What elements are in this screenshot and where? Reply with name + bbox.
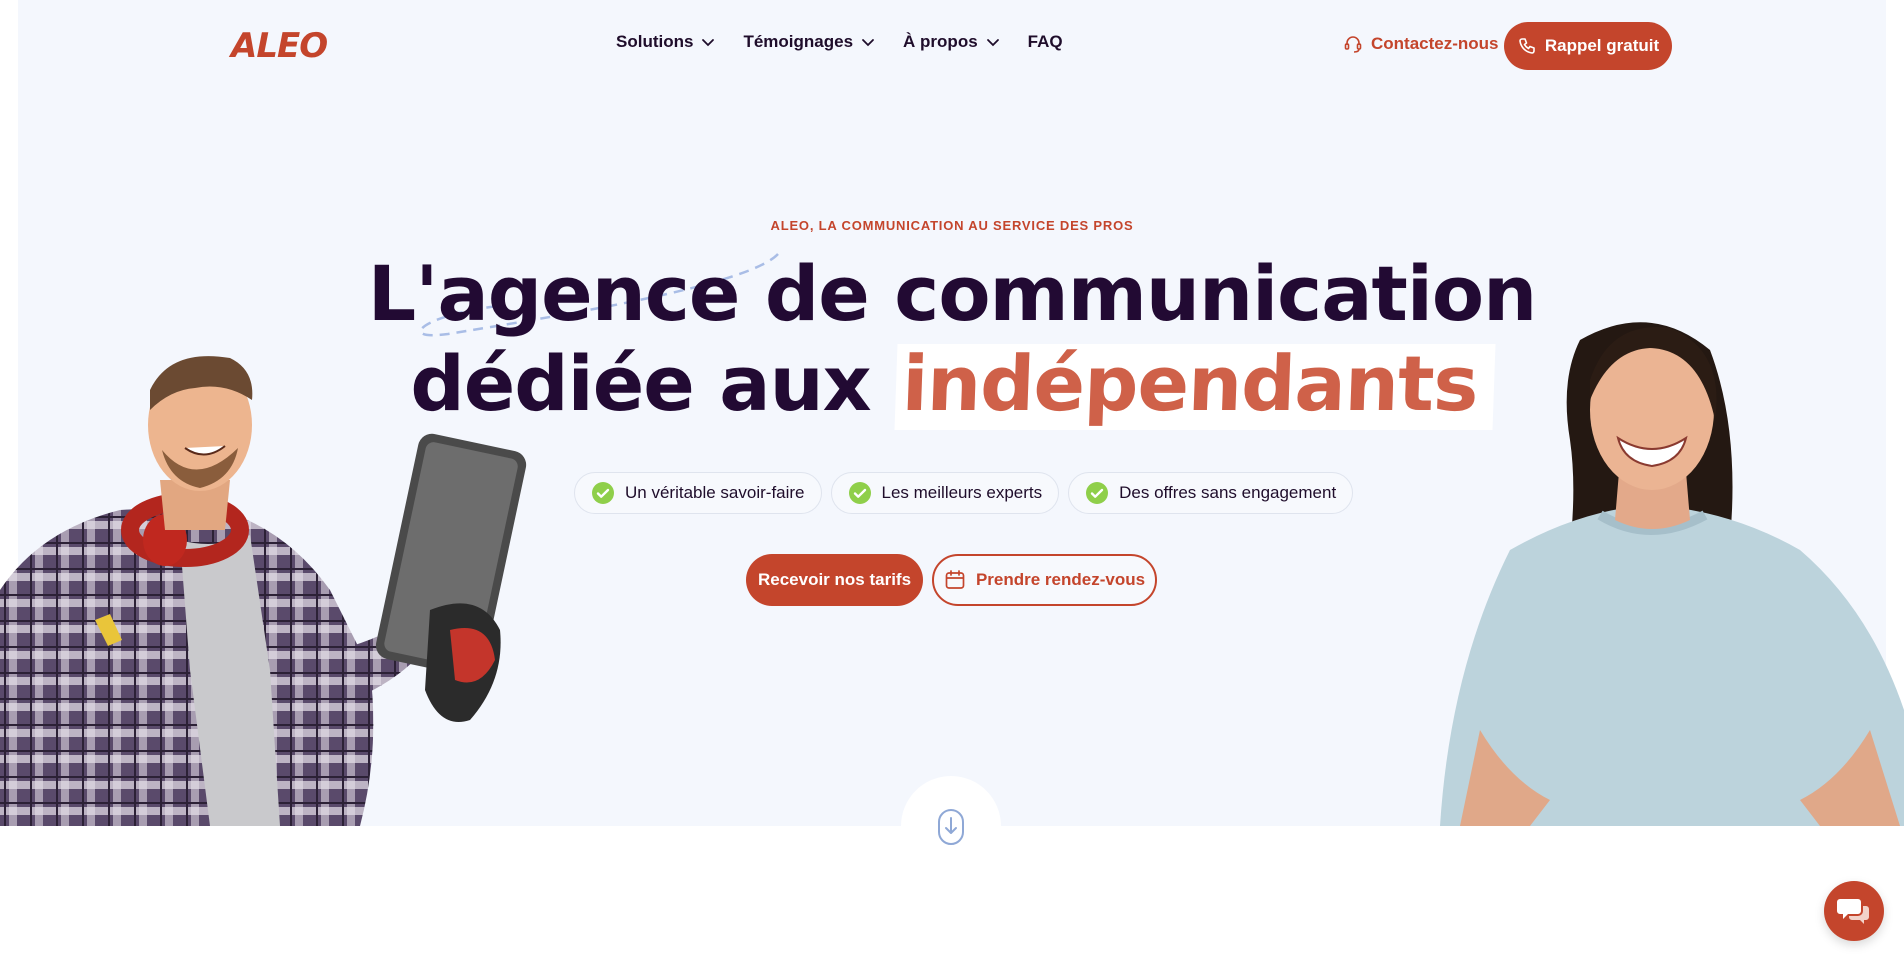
check-badge-icon bbox=[1086, 482, 1109, 504]
mouse-scroll-icon bbox=[938, 809, 964, 845]
nav-item-faq[interactable]: FAQ bbox=[1028, 32, 1063, 52]
nav-item-label: FAQ bbox=[1027, 32, 1063, 51]
hero-ctas: Recevoir nos tarifs Prendre rendez-vous bbox=[746, 554, 1157, 606]
chat-widget-button[interactable] bbox=[1824, 881, 1884, 941]
hero-title-highlight: indépendants bbox=[894, 339, 1496, 430]
logo[interactable]: ALEO bbox=[231, 26, 328, 66]
feature-pills: Un véritable savoir-faire Les meilleurs … bbox=[574, 472, 1354, 514]
chevron-down-icon bbox=[986, 39, 999, 47]
headset-icon bbox=[1344, 36, 1362, 53]
nav-item-label: Solutions bbox=[616, 32, 694, 51]
contact-label: Contactez-nous bbox=[1371, 34, 1499, 53]
chevron-down-icon bbox=[702, 39, 715, 47]
callback-button[interactable]: Rappel gratuit bbox=[1504, 22, 1672, 70]
nav-item-a-propos[interactable]: À propos bbox=[903, 32, 1000, 52]
check-badge-icon bbox=[592, 482, 614, 504]
contact-link[interactable]: Contactez-nous bbox=[1343, 34, 1499, 54]
feature-pill-label: Les meilleurs experts bbox=[881, 483, 1043, 502]
book-appointment-button[interactable]: Prendre rendez-vous bbox=[932, 554, 1157, 606]
phone-icon bbox=[1519, 38, 1535, 54]
man-with-tablet-photo bbox=[0, 356, 527, 826]
chat-bubbles-icon bbox=[1837, 899, 1869, 924]
site-header: ALEO Solutions Témoignages À propos FAQ … bbox=[0, 0, 1904, 92]
feature-pill: Des offres sans engagement bbox=[1068, 472, 1354, 514]
feature-pill-label: Un véritable savoir-faire bbox=[625, 483, 805, 502]
hero-kicker: ALEO, LA COMMUNICATION AU SERVICE DES PR… bbox=[770, 218, 1134, 233]
check-badge-icon bbox=[848, 482, 871, 504]
callback-label: Rappel gratuit bbox=[1544, 36, 1660, 55]
nav-item-temoignages[interactable]: Témoignages bbox=[743, 32, 875, 52]
main-nav: Solutions Témoignages À propos FAQ bbox=[616, 32, 1063, 52]
chevron-down-icon bbox=[862, 39, 874, 47]
scroll-down-indicator[interactable] bbox=[901, 776, 1001, 876]
get-pricing-button[interactable]: Recevoir nos tarifs bbox=[746, 554, 923, 606]
smiling-woman-photo bbox=[1440, 322, 1904, 826]
nav-item-label: À propos bbox=[903, 32, 978, 51]
feature-pill: Les meilleurs experts bbox=[830, 472, 1060, 514]
nav-item-label: Témoignages bbox=[743, 32, 854, 51]
feature-pill-label: Des offres sans engagement bbox=[1119, 483, 1337, 502]
feature-pill: Un véritable savoir-faire bbox=[574, 472, 822, 514]
nav-item-solutions[interactable]: Solutions bbox=[616, 32, 715, 52]
book-appointment-label: Prendre rendez-vous bbox=[975, 570, 1146, 589]
calendar-icon bbox=[945, 570, 965, 589]
